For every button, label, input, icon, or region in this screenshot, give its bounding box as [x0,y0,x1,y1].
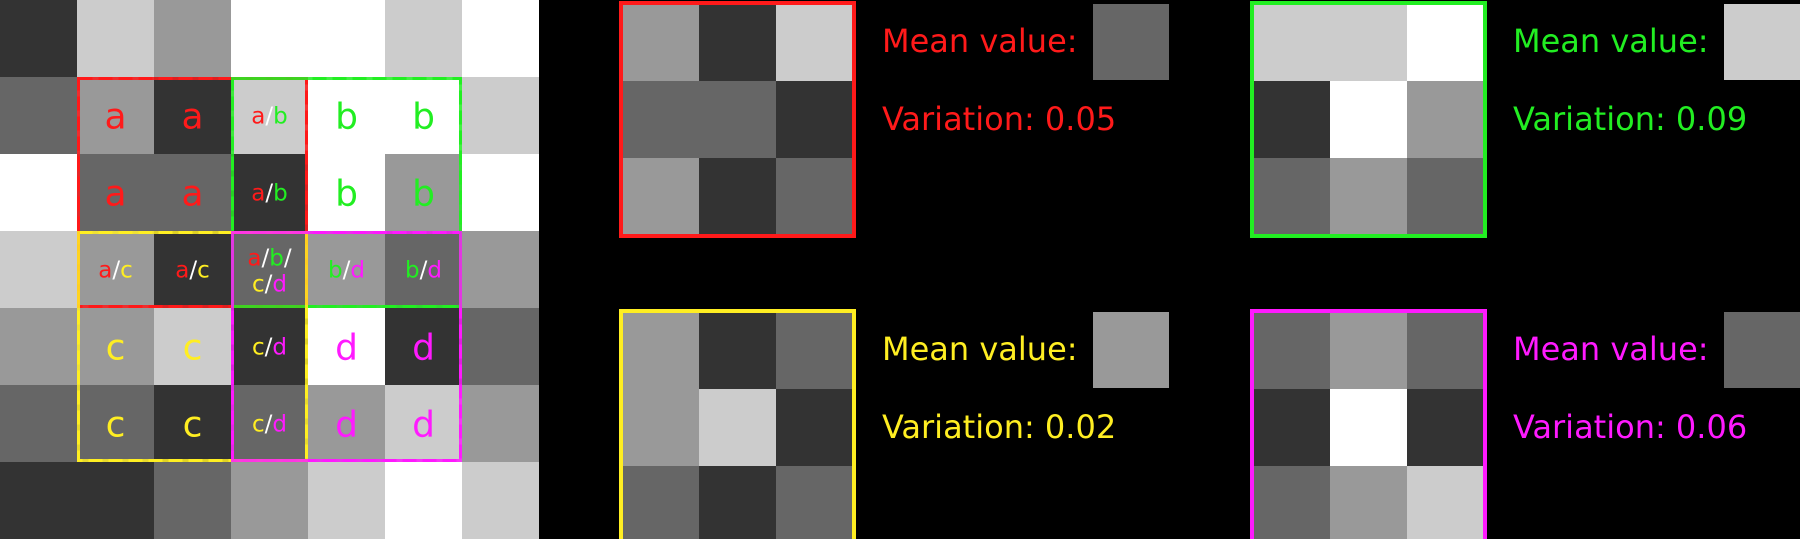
panel-cell [1407,4,1484,81]
cell-label: a/b [251,104,287,130]
cell-label: c [183,328,203,369]
grid-cell [77,0,154,77]
grid-cell [462,77,539,154]
cell-label: a [104,97,126,138]
mean-value-label: Mean value: [1513,22,1709,60]
cell-label: b [335,174,358,215]
variation-label: Variation: 0.06 [1513,408,1747,446]
cell-label: c/d [252,335,287,361]
cell-label: a/b/c/d [247,246,291,298]
panel-cell [1330,466,1407,539]
panel-cell [1407,466,1484,539]
panel-cell [1253,389,1330,466]
grid-cell [462,231,539,308]
panel-cell [1407,158,1484,235]
variation-label: Variation: 0.02 [882,408,1116,446]
mean-value-label: Mean value: [882,330,1078,368]
panel-cell [1330,312,1407,389]
mean-value-swatch [1093,312,1169,388]
panel-cell [776,312,853,389]
grid-cell [462,154,539,231]
grid-cell [462,385,539,462]
cell-label: a [181,174,203,215]
grid-cell [0,77,77,154]
panel-cell [776,466,853,539]
panel-cell [1330,81,1407,158]
panel-cell [1253,81,1330,158]
cell-label: b/d [405,258,442,284]
grid-cell [231,462,308,539]
grid-cell [0,385,77,462]
mean-value-label: Mean value: [1513,330,1709,368]
mean-value-label: Mean value: [882,22,1078,60]
cell-label: d [412,405,435,446]
grid-cell [0,154,77,231]
panel-cell [699,466,776,539]
panel-cell [1407,81,1484,158]
grid-cell [462,0,539,77]
panel-cell [776,158,853,235]
grid-cell [0,308,77,385]
cell-label: c [106,328,126,369]
grid-cell [462,462,539,539]
sliding-window-diagram: a a a/b b ba a a/b b ba/c a/c a/b/c/db/d b/dc c c/d d d… [0,0,1800,539]
variation-label: Variation: 0.09 [1513,100,1747,138]
mean-value-swatch [1093,4,1169,80]
cell-label: a [181,97,203,138]
panel-cell [622,81,699,158]
mean-value-swatch [1724,4,1800,80]
grid-cell [154,0,231,77]
cell-label: b/d [328,258,365,284]
cell-label: c [183,405,203,446]
cell-label: c [106,405,126,446]
cell-label: a/b [251,181,287,207]
grid-cell [0,0,77,77]
variation-label: Variation: 0.05 [882,100,1116,138]
panel-cell [622,466,699,539]
panel-cell [699,4,776,81]
cell-label: b [335,97,358,138]
panel-cell [776,389,853,466]
panel-cell [1253,466,1330,539]
cell-label: d [335,328,358,369]
cell-label: d [412,328,435,369]
grid-cell [77,462,154,539]
cell-label: d [335,405,358,446]
cell-label: b [412,174,435,215]
panel-cell [1407,389,1484,466]
panel-cell [699,81,776,158]
cell-label: c/d [252,412,287,438]
panel-cell [1330,389,1407,466]
grid-cell [462,308,539,385]
panel-cell [776,81,853,158]
grid-cell [0,462,77,539]
grid-cell [231,0,308,77]
cell-label: a/c [175,258,210,284]
grid-cell [308,0,385,77]
panel-cell [622,389,699,466]
grid-cell [385,462,462,539]
panel-cell [622,158,699,235]
panel-cell [699,389,776,466]
grid-cell [308,462,385,539]
panel-cell [1407,312,1484,389]
panel-cell [1253,4,1330,81]
panel-cell [622,4,699,81]
cell-label: a/c [98,258,133,284]
panel-cell [1253,158,1330,235]
panel-cell [776,4,853,81]
grid-cell [0,231,77,308]
panel-cell [622,312,699,389]
panel-cell [1330,158,1407,235]
mean-value-swatch [1724,312,1800,388]
grid-cell [385,0,462,77]
panel-cell [1253,312,1330,389]
cell-label: a [104,174,126,215]
panel-cell [699,158,776,235]
grid-cell [154,462,231,539]
cell-label: b [412,97,435,138]
panel-cell [1330,4,1407,81]
panel-cell [699,312,776,389]
